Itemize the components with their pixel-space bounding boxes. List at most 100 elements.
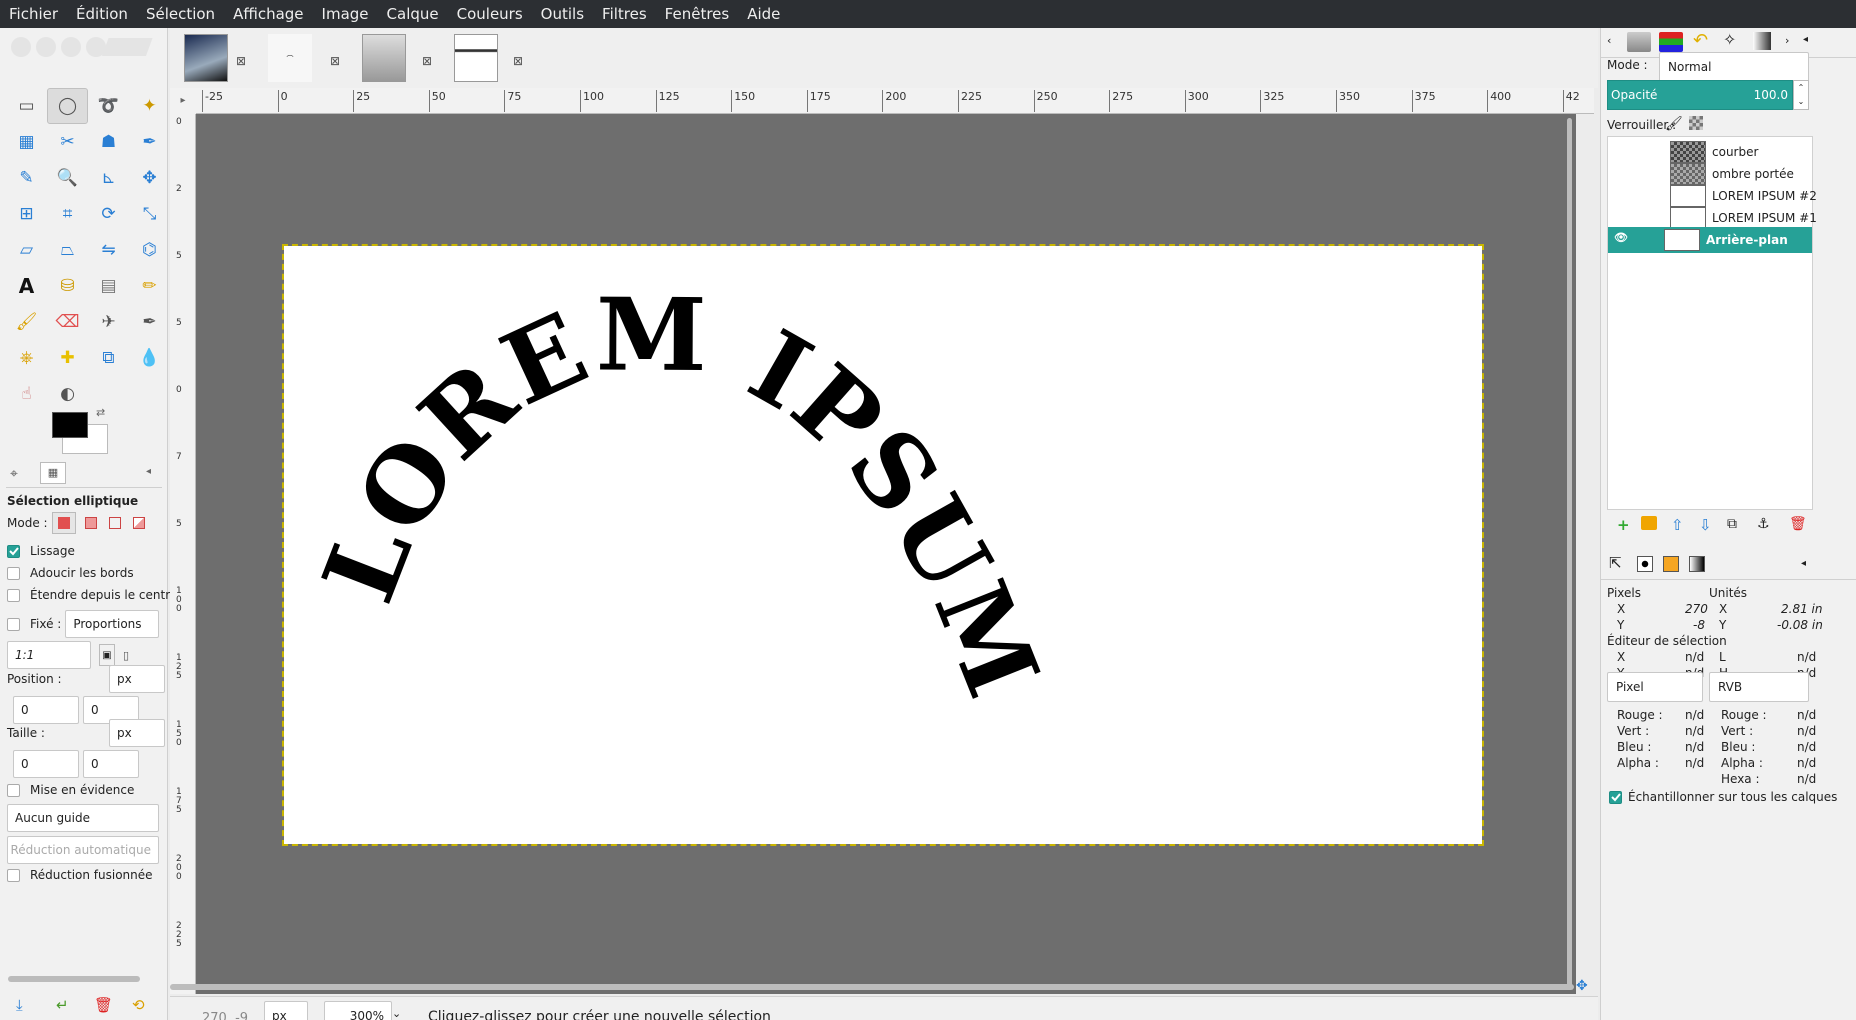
by-color-select-icon[interactable]: ▦ xyxy=(6,124,47,160)
mise-en-evidence-row[interactable]: Mise en évidence xyxy=(7,783,134,797)
lissage-row[interactable]: Lissage xyxy=(7,544,75,558)
dock-menu-icon[interactable]: ◂ xyxy=(1803,34,1808,45)
menu-edition[interactable]: Édition xyxy=(67,0,137,28)
raise-layer-icon[interactable]: ⇧ xyxy=(1671,516,1684,534)
opacity-slider[interactable]: Opacité 100.0 xyxy=(1607,80,1793,110)
lock-pixels-icon[interactable]: 🖌 xyxy=(1665,116,1683,132)
mode-add-button[interactable] xyxy=(80,512,102,534)
close-icon[interactable]: ⊠ xyxy=(513,54,523,68)
ruler-corner[interactable]: ▸ xyxy=(170,88,196,114)
close-icon[interactable]: ⊠ xyxy=(422,54,432,68)
sample-all-checkbox[interactable] xyxy=(1609,790,1622,804)
perspective-icon[interactable]: ⏢ xyxy=(47,232,88,268)
visibility-eye-icon[interactable]: 👁 xyxy=(1614,231,1628,244)
vertical-ruler[interactable]: 0 2 5 5 0 7 5 1 0 0 1 2 5 1 5 0 1 7 5 2 0 0 2 2 5 xyxy=(170,114,196,994)
gradient-tab-icon[interactable] xyxy=(1753,32,1771,50)
pointer-tab-icon[interactable]: ⇱ xyxy=(1609,554,1622,572)
reset-preset-icon[interactable]: ⟲ xyxy=(132,996,145,1014)
cage-icon[interactable]: ⌬ xyxy=(129,232,170,268)
fixe-dropdown[interactable]: Proportions xyxy=(65,610,160,638)
menu-fichier[interactable]: Fichier xyxy=(0,0,67,28)
image-canvas[interactable]: LOREM IPSUM xyxy=(282,244,1484,846)
image-tab-4[interactable] xyxy=(454,34,498,82)
menu-couleurs[interactable]: Couleurs xyxy=(448,0,532,28)
move-icon[interactable]: ✥ xyxy=(129,160,170,196)
color-picker-icon[interactable]: ✎ xyxy=(6,160,47,196)
free-select-icon[interactable]: ➰ xyxy=(88,88,129,124)
rect-select-icon[interactable]: ▭ xyxy=(6,88,47,124)
ink-icon[interactable]: ✒ xyxy=(129,304,170,340)
zoom-icon[interactable]: 🔍 xyxy=(47,160,88,196)
pencil-icon[interactable]: ✏ xyxy=(129,268,170,304)
panel-menu-icon[interactable]: ◂ xyxy=(146,466,151,477)
etendre-row[interactable]: Étendre depuis le centre xyxy=(7,588,177,602)
menu-fenetres[interactable]: Fenêtres xyxy=(656,0,739,28)
scroll-right-icon[interactable]: › xyxy=(1785,34,1789,47)
horizontal-scrollbar[interactable] xyxy=(170,984,1574,990)
layer-mode-dropdown[interactable]: Normal xyxy=(1659,52,1809,82)
scissors-icon[interactable]: ✂ xyxy=(47,124,88,160)
menu-selection[interactable]: Sélection xyxy=(137,0,224,28)
tool-options-tab-icon[interactable]: ⌖ xyxy=(10,466,18,482)
size-y-input[interactable]: 0 xyxy=(83,750,139,778)
airbrush-icon[interactable]: ✈ xyxy=(88,304,129,340)
delete-preset-icon[interactable]: 🗑 xyxy=(94,996,113,1014)
image-tab-2[interactable]: ⌒ xyxy=(268,34,312,82)
undo-tab-icon[interactable]: ↶ xyxy=(1693,30,1708,51)
zoom-dropdown[interactable]: 300% xyxy=(324,1001,392,1020)
lower-layer-icon[interactable]: ⇩ xyxy=(1699,516,1712,534)
measure-icon[interactable]: ⊾ xyxy=(88,160,129,196)
position-x-input[interactable]: 0 xyxy=(13,696,79,724)
menu-filtres[interactable]: Filtres xyxy=(593,0,656,28)
guide-dropdown[interactable]: Aucun guide xyxy=(7,804,159,832)
perspective-clone-icon[interactable]: ⧉ xyxy=(88,340,129,376)
dock-menu-icon[interactable]: ◂ xyxy=(1801,558,1806,569)
scroll-left-icon[interactable]: ‹ xyxy=(1607,34,1611,47)
reduction-fusionnee-row[interactable]: Réduction fusionnée xyxy=(7,868,153,882)
lissage-checkbox[interactable] xyxy=(7,544,20,558)
paintbrush-icon[interactable]: 🖌 xyxy=(6,304,47,340)
etendre-checkbox[interactable] xyxy=(7,588,20,602)
blend-icon[interactable]: ▤ xyxy=(88,268,129,304)
device-status-tab-icon[interactable]: ▦ xyxy=(40,462,66,484)
zoom-chevron-down-icon[interactable]: ⌄ xyxy=(392,1007,401,1020)
unit-dropdown[interactable]: px xyxy=(264,1001,308,1020)
position-unit-dropdown[interactable]: px xyxy=(109,665,165,693)
fuzzy-select-icon[interactable]: ✦ xyxy=(129,88,170,124)
align-icon[interactable]: ⊞ xyxy=(6,196,47,232)
bucket-fill-icon[interactable]: ⛁ xyxy=(47,268,88,304)
opacity-stepper[interactable]: ⌃ ⌄ xyxy=(1793,80,1809,110)
mode-subtract-button[interactable] xyxy=(104,512,126,534)
text-icon[interactable]: A xyxy=(6,268,47,304)
paths-icon[interactable]: ✒ xyxy=(129,124,170,160)
adoucir-checkbox[interactable] xyxy=(7,566,20,580)
menu-aide[interactable]: Aide xyxy=(738,0,789,28)
channels-tab-icon[interactable] xyxy=(1659,32,1683,52)
vertical-scrollbar[interactable] xyxy=(1567,118,1572,988)
size-x-input[interactable]: 0 xyxy=(13,750,79,778)
menu-outils[interactable]: Outils xyxy=(532,0,593,28)
menu-calque[interactable]: Calque xyxy=(378,0,448,28)
restore-preset-icon[interactable]: ↵ xyxy=(56,996,69,1014)
duplicate-layer-icon[interactable]: ⧉ xyxy=(1727,516,1737,532)
sample-all-row[interactable]: Échantillonner sur tous les calques xyxy=(1609,790,1837,804)
swap-colors-icon[interactable]: ⇄ xyxy=(96,406,105,419)
image-tab-3[interactable] xyxy=(362,34,406,82)
dodge-burn-icon[interactable]: ◐ xyxy=(47,376,88,412)
menu-image[interactable]: Image xyxy=(313,0,378,28)
shear-icon[interactable]: ▱ xyxy=(6,232,47,268)
menu-affichage[interactable]: Affichage xyxy=(224,0,312,28)
size-unit-dropdown[interactable]: px xyxy=(109,719,165,747)
fixe-checkbox[interactable] xyxy=(7,617,20,631)
save-preset-icon[interactable]: ⤓ xyxy=(16,996,23,1014)
histogram-tab-icon[interactable] xyxy=(1689,556,1705,572)
paths-tab-icon[interactable]: ✧ xyxy=(1723,30,1736,49)
eraser-icon[interactable]: ⌫ xyxy=(47,304,88,340)
adoucir-row[interactable]: Adoucir les bords xyxy=(7,566,134,580)
image-tab-1[interactable] xyxy=(184,34,228,82)
mise-en-evidence-checkbox[interactable] xyxy=(7,783,20,797)
ellipse-select-icon[interactable]: ◯ xyxy=(47,88,88,124)
flip-icon[interactable]: ⇋ xyxy=(88,232,129,268)
ratio-orientation-icon[interactable]: ▯ xyxy=(123,649,129,662)
mode-intersect-button[interactable] xyxy=(128,512,150,534)
